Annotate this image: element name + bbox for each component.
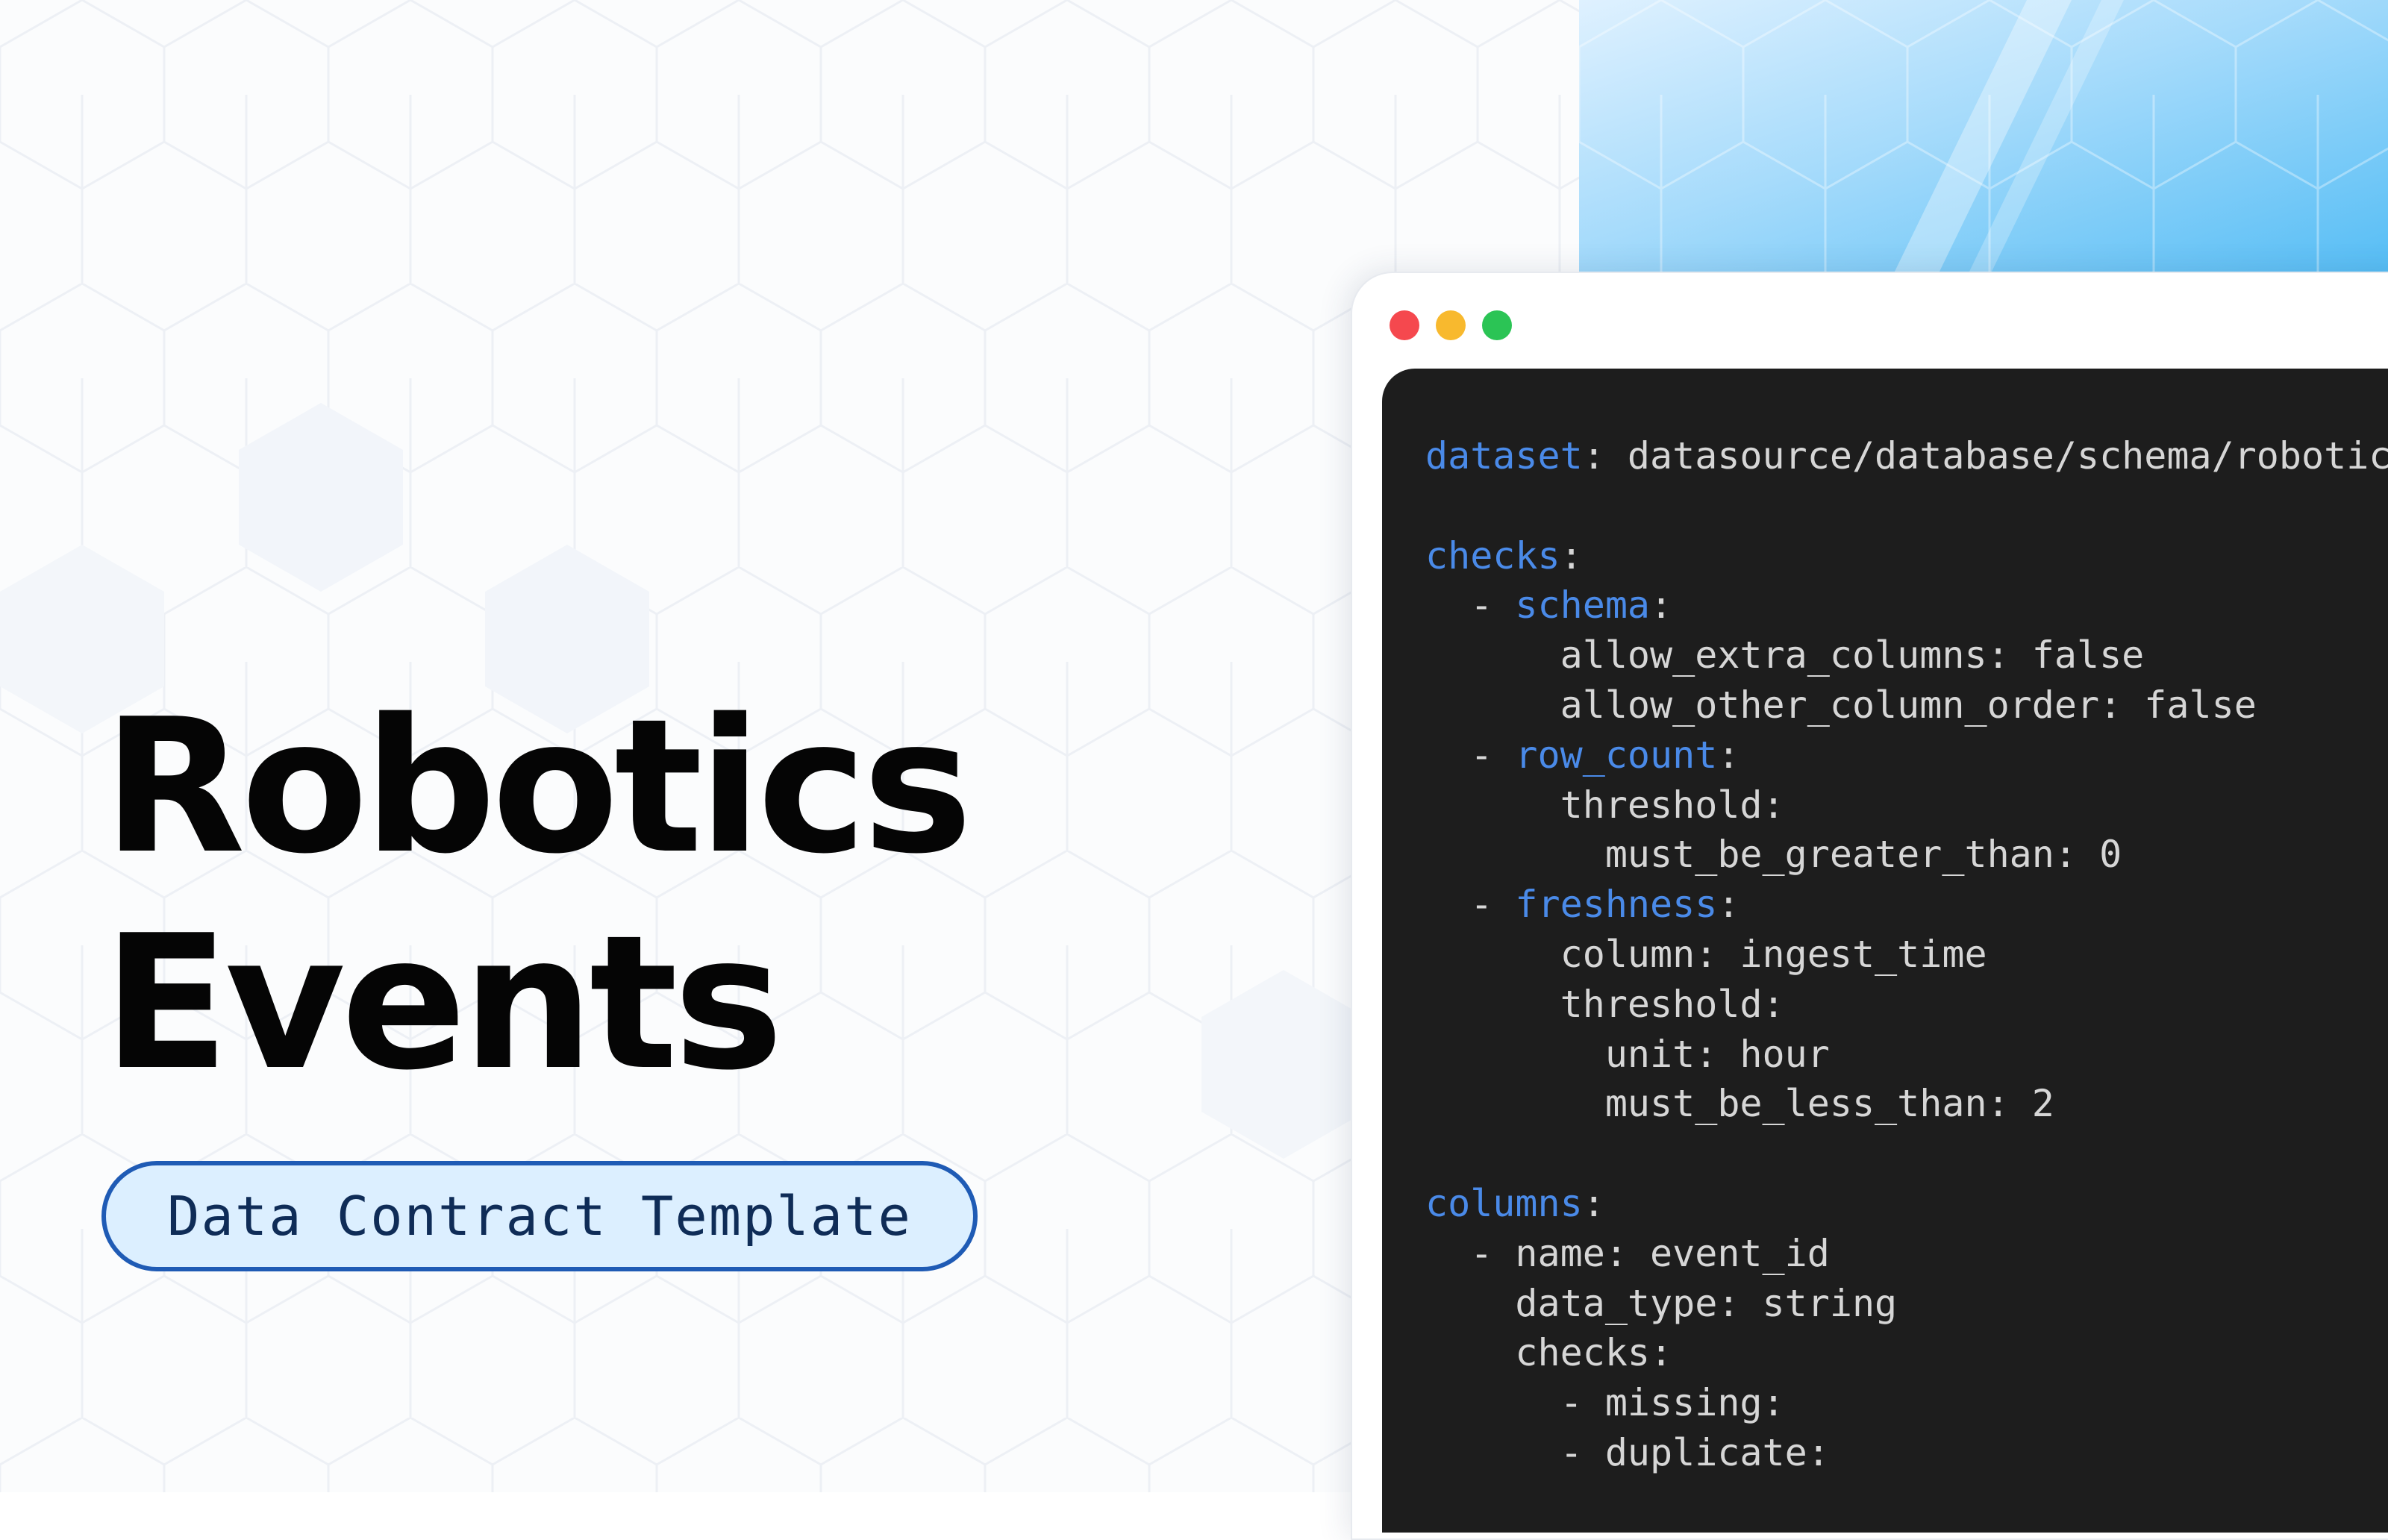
title-line-1: Robotics xyxy=(103,680,972,895)
code-line: data_type: string xyxy=(1425,1279,2388,1329)
code-line: column: ingest_time xyxy=(1425,930,2388,980)
code-text: allow_other_column_order: false xyxy=(1425,683,2257,727)
code-key: columns xyxy=(1425,1181,1583,1225)
code-text: threshold: xyxy=(1425,783,1785,827)
code-text: : datasource/database/schema/robotics_ev… xyxy=(1582,434,2388,478)
code-text: data_type: string xyxy=(1425,1281,1898,1325)
code-line: threshold: xyxy=(1425,780,2388,830)
code-text: : xyxy=(1560,533,1583,578)
code-key: freshness xyxy=(1515,883,1718,927)
code-indent: - xyxy=(1425,883,1516,927)
code-line: allow_other_column_order: false xyxy=(1425,680,2388,730)
code-text: checks: xyxy=(1425,1331,1673,1375)
code-key: schema xyxy=(1515,583,1651,627)
code-line: dataset: datasource/database/schema/robo… xyxy=(1425,431,2388,481)
code-line: - schema: xyxy=(1425,580,2388,630)
code-text: : xyxy=(1582,1181,1605,1225)
code-indent: - xyxy=(1425,733,1516,777)
code-key: dataset xyxy=(1425,434,1583,478)
code-line: - missing: xyxy=(1425,1378,2388,1428)
code-line: - row_count: xyxy=(1425,730,2388,780)
code-text: : xyxy=(1717,883,1740,927)
code-line: checks: xyxy=(1425,1328,2388,1378)
title-line-2: Events xyxy=(103,896,784,1111)
code-line: threshold: xyxy=(1425,980,2388,1030)
minimize-window-dot-icon[interactable] xyxy=(1436,310,1466,340)
maximize-window-dot-icon[interactable] xyxy=(1482,310,1512,340)
decorative-blue-glass-panel xyxy=(1579,0,2388,276)
code-key: row_count xyxy=(1515,733,1718,777)
code-line: - freshness: xyxy=(1425,880,2388,930)
code-text: unit: hour xyxy=(1425,1032,1830,1076)
code-text: : xyxy=(1717,733,1740,777)
close-window-dot-icon[interactable] xyxy=(1390,310,1419,340)
code-line: columns: xyxy=(1425,1179,2388,1229)
code-line: - name: event_id xyxy=(1425,1229,2388,1279)
page-title: Robotics Events xyxy=(103,679,972,1112)
code-text: : xyxy=(1650,583,1673,627)
code-text: must_be_less_than: 2 xyxy=(1425,1082,2054,1126)
code-text: threshold: xyxy=(1425,982,1785,1026)
code-text: allow_extra_columns: false xyxy=(1425,633,2145,677)
code-line: allow_extra_columns: false xyxy=(1425,630,2388,680)
code-text: must_be_greater_than: 0 xyxy=(1425,833,2122,877)
code-text: - duplicate: xyxy=(1425,1430,1830,1474)
code-key: checks xyxy=(1425,533,1560,578)
template-badge: Data Contract Template xyxy=(101,1161,978,1271)
code-text: column: ingest_time xyxy=(1425,932,1987,976)
code-line: unit: hour xyxy=(1425,1030,2388,1080)
code-line: must_be_greater_than: 0 xyxy=(1425,830,2388,880)
code-indent: - xyxy=(1425,583,1516,627)
badge-label: Data Contract Template xyxy=(167,1185,912,1248)
code-editor-panel: dataset: datasource/database/schema/robo… xyxy=(1382,369,2388,1533)
code-text: - missing: xyxy=(1425,1381,1785,1425)
code-line: checks: xyxy=(1425,531,2388,581)
code-line: must_be_less_than: 2 xyxy=(1425,1079,2388,1129)
code-line: - duplicate: xyxy=(1425,1428,2388,1478)
code-text: - name: event_id xyxy=(1425,1231,1830,1275)
yaml-code-block: dataset: datasource/database/schema/robo… xyxy=(1425,431,2388,1478)
